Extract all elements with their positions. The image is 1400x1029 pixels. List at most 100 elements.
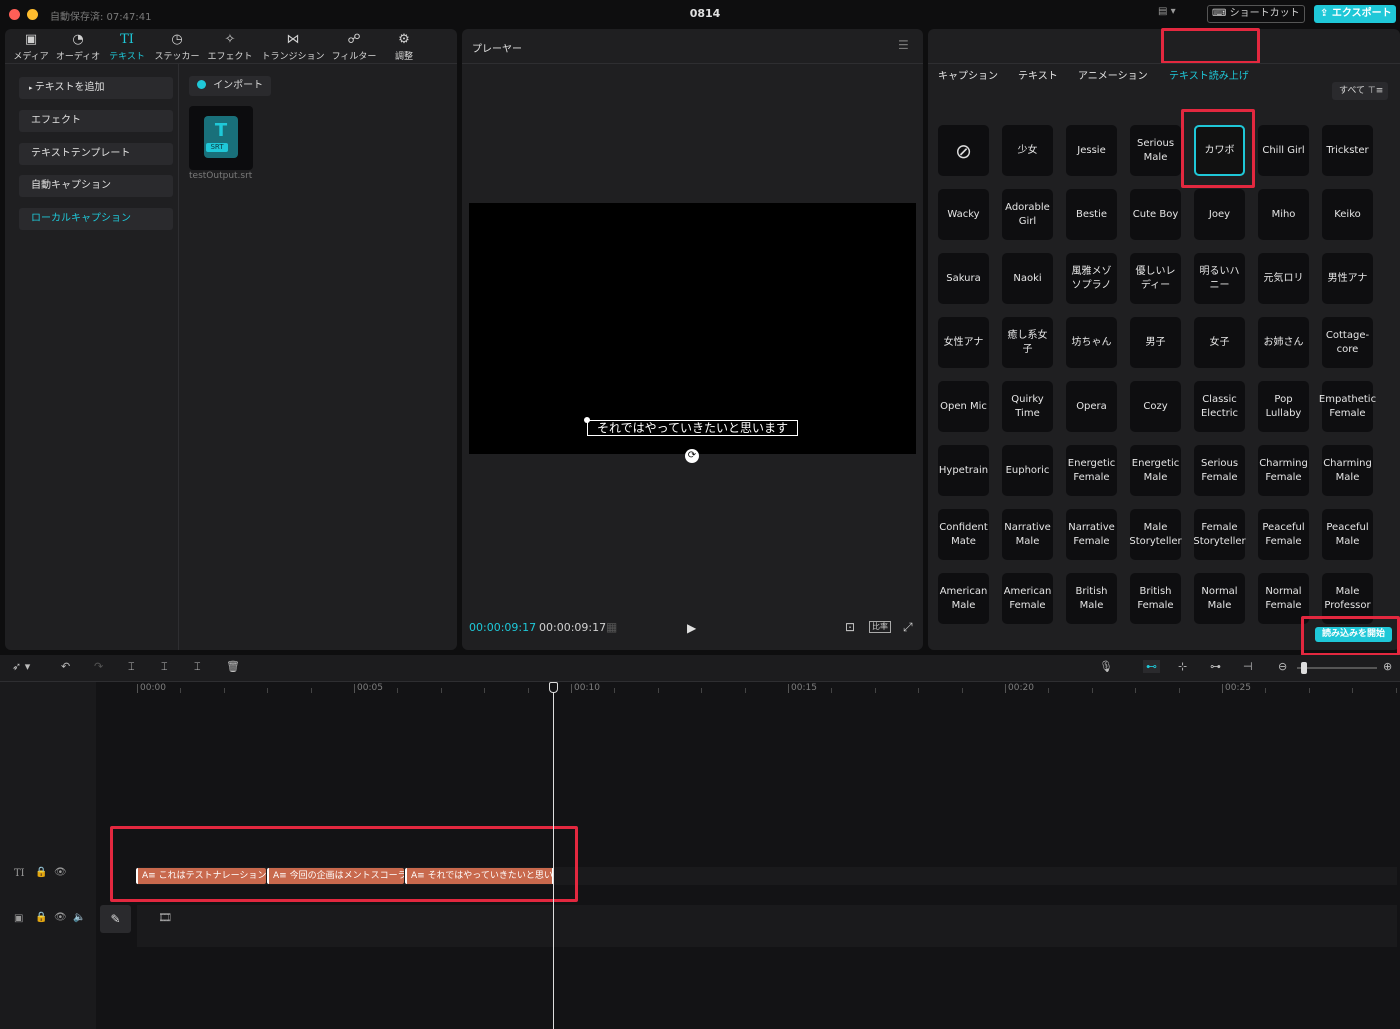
split-left-icon[interactable]: ⌶ [161,660,168,674]
video-preview[interactable]: それではやっていきたいと思います [469,203,916,454]
align-icon[interactable]: ⊣ [1243,660,1253,673]
voice-option[interactable]: Charming Male [1322,445,1373,496]
redo-icon[interactable]: ↷ [94,660,103,673]
voice-option[interactable]: Hypetrain [938,445,989,496]
voice-option[interactable]: Classic Electric [1194,381,1245,432]
lock-icon[interactable]: 🔒 [35,912,47,923]
tab-caption[interactable]: キャプション [938,67,998,85]
voice-option[interactable]: Quirky Time [1002,381,1053,432]
tool-filter[interactable]: ☍ フィルター [327,31,381,67]
voice-option[interactable]: Peaceful Female [1258,509,1309,560]
voice-option[interactable]: Cottage-core [1322,317,1373,368]
voice-option[interactable]: Energetic Female [1066,445,1117,496]
voice-option[interactable]: Male Storyteller [1129,509,1182,560]
voice-option[interactable]: 明るいハニー [1194,253,1245,304]
voice-option[interactable]: Energetic Male [1130,445,1181,496]
export-button[interactable]: ⇪ エクスポート [1314,5,1396,23]
audio-mute-icon[interactable]: 🔈 [73,912,85,923]
voice-option[interactable]: 元気ロリ [1258,253,1309,304]
voice-option[interactable]: Chill Girl [1258,125,1309,176]
close-window-button[interactable] [9,9,20,20]
timecode-grid-icon[interactable]: ▦ [606,620,617,634]
sidebar-item-text-template[interactable]: テキストテンプレート [19,143,173,165]
tool-effect[interactable]: ✧ エフェクト [204,31,256,67]
voice-option[interactable]: 優しいレディー [1130,253,1181,304]
voice-option[interactable]: Cute Boy [1130,189,1181,240]
tool-transition[interactable]: ⋈ トランジション [260,31,326,67]
voice-option[interactable]: Charming Female [1258,445,1309,496]
resize-handle[interactable] [584,417,590,423]
voice-option[interactable]: 女子 [1194,317,1245,368]
timeline-ruler[interactable]: 00:00 00:05 00:10 00:15 00:20 00:25 [96,682,1400,696]
rotate-icon[interactable]: ⟳ [685,449,699,463]
zoom-in-icon[interactable]: ⊕ [1383,660,1392,673]
shortcut-button[interactable]: ⌨ ショートカット [1207,5,1305,23]
voice-option[interactable]: 風雅メゾソプラノ [1066,253,1117,304]
tab-animation[interactable]: アニメーション [1078,67,1148,85]
voice-option[interactable]: Serious Female [1194,445,1245,496]
playhead-handle[interactable] [549,682,558,693]
tool-media[interactable]: ▣ メディア [5,31,57,67]
filter-dropdown[interactable]: すべて ⊤≡ [1332,82,1388,100]
minimize-window-button[interactable] [27,9,38,20]
voice-option[interactable]: American Female [1002,573,1053,624]
voice-option[interactable]: Joey [1194,189,1245,240]
sidebar-item-auto-caption[interactable]: 自動キャプション [19,175,173,197]
select-tool-icon[interactable]: ➶ ▾ [12,660,30,673]
split-icon[interactable]: ⌶ [128,660,135,674]
voice-option[interactable]: Euphoric [1002,445,1053,496]
link-icon[interactable]: ⊹ [1178,660,1187,673]
voice-option[interactable]: Cozy [1130,381,1181,432]
voice-option[interactable]: Narrative Female [1066,509,1117,560]
voice-option[interactable]: Opera [1066,381,1117,432]
voice-option[interactable]: 男性アナ [1322,253,1373,304]
layout-icon[interactable]: ▤ ▾ [1158,6,1186,22]
tool-adjust[interactable]: ⚙ 調整 [378,31,430,67]
menu-icon[interactable]: ☰ [898,38,909,52]
voice-option[interactable]: British Male [1066,573,1117,624]
expand-icon[interactable]: ⤢ [903,620,913,635]
sidebar-item-add-text[interactable]: ▸ テキストを追加 [19,77,173,99]
undo-icon[interactable]: ↶ [61,660,70,673]
eye-icon[interactable]: 👁 [54,912,67,923]
voice-option[interactable]: Naoki [1002,253,1053,304]
voice-option[interactable]: 癒し系女子 [1002,317,1053,368]
eye-icon[interactable]: 👁 [54,867,67,878]
delete-icon[interactable]: 🗑 [226,660,240,673]
voice-option[interactable]: 男子 [1130,317,1181,368]
voice-option[interactable]: Narrative Male [1002,509,1053,560]
media-file-srt[interactable]: T SRT [189,106,253,170]
tool-sticker[interactable]: ◷ ステッカー [151,31,203,67]
voice-option[interactable]: Keiko [1322,189,1373,240]
voice-option[interactable]: Trickster [1322,125,1373,176]
voice-option[interactable]: 坊ちゃん [1066,317,1117,368]
voice-option[interactable]: Open Mic [938,381,989,432]
playhead[interactable] [553,685,554,1029]
zoom-slider[interactable] [1297,667,1377,669]
voice-option[interactable]: Serious Male [1130,125,1181,176]
voice-option[interactable]: Peaceful Male [1322,509,1373,560]
voice-option[interactable]: Sakura [938,253,989,304]
sidebar-item-effect[interactable]: エフェクト [19,110,173,132]
cover-edit-button[interactable]: ✎ [100,905,131,933]
voice-option[interactable]: 少女 [1002,125,1053,176]
voice-option[interactable]: Confident Mate [938,509,989,560]
voice-option[interactable]: Pop Lullaby [1258,381,1309,432]
voice-option[interactable]: British Female [1130,573,1181,624]
subtitle-box[interactable]: それではやっていきたいと思います [587,420,798,436]
voice-option[interactable]: Wacky [938,189,989,240]
tool-text[interactable]: TI テキスト [101,31,153,67]
chain-icon[interactable]: ⊶ [1210,660,1221,673]
import-button[interactable]: インポート [189,76,271,96]
voice-option[interactable]: Miho [1258,189,1309,240]
voice-option[interactable]: Normal Male [1194,573,1245,624]
tab-text[interactable]: テキスト [1018,67,1058,85]
lock-icon[interactable]: 🔒 [35,867,47,878]
tab-text-to-speech[interactable]: テキスト読み上げ [1169,67,1249,85]
zoom-slider-handle[interactable] [1301,662,1307,674]
voice-option[interactable]: Bestie [1066,189,1117,240]
zoom-out-icon[interactable]: ⊖ [1278,660,1287,673]
fullscreen-focus-icon[interactable]: ⊡ [845,620,855,634]
sidebar-item-local-caption[interactable]: ローカルキャプション [19,208,173,230]
microphone-icon[interactable]: 🎙 [1099,660,1113,673]
